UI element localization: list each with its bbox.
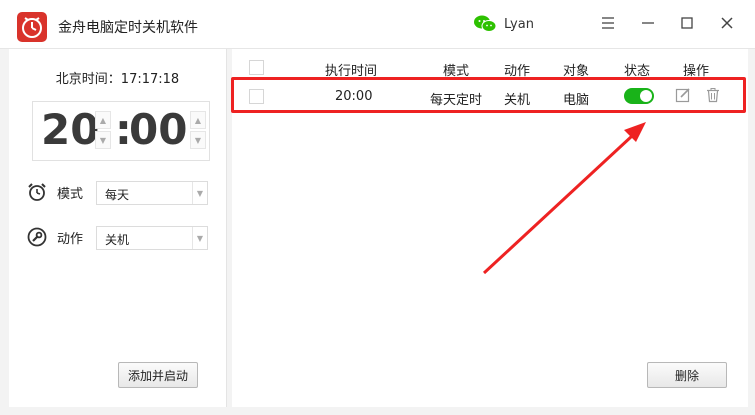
time-picker: 20 ▲ ▼ : 00 ▲ ▼ bbox=[32, 101, 210, 161]
add-and-start-button[interactable]: 添加并启动 bbox=[118, 362, 198, 388]
minute-spin-up-icon[interactable]: ▲ bbox=[190, 111, 206, 129]
minute-value[interactable]: 00 bbox=[129, 105, 187, 154]
app-title: 金舟电脑定时关机软件 bbox=[58, 20, 198, 36]
select-all-checkbox[interactable] bbox=[249, 60, 264, 75]
action-row: 动作 bbox=[27, 225, 95, 249]
user-account[interactable]: Lyan bbox=[474, 14, 534, 34]
menu-icon[interactable] bbox=[598, 13, 618, 33]
title-bar: 金舟电脑定时关机软件 Lyan bbox=[0, 0, 755, 49]
row-highlight-box bbox=[231, 77, 746, 113]
wrench-icon bbox=[27, 227, 47, 247]
delete-button[interactable]: 删除 bbox=[647, 362, 727, 388]
hour-value[interactable]: 20 bbox=[41, 105, 99, 154]
mode-select-value: 每天 bbox=[105, 188, 130, 202]
alarm-clock-icon bbox=[28, 183, 46, 201]
action-select[interactable]: 关机 ▼ bbox=[96, 226, 208, 250]
minimize-icon[interactable] bbox=[638, 13, 658, 33]
minute-spin-down-icon[interactable]: ▼ bbox=[190, 131, 206, 149]
close-icon[interactable] bbox=[717, 13, 737, 33]
hour-spin-down-icon[interactable]: ▼ bbox=[95, 131, 111, 149]
mode-label: 模式 bbox=[57, 186, 84, 202]
mode-select[interactable]: 每天 ▼ bbox=[96, 181, 208, 205]
action-select-value: 关机 bbox=[105, 233, 130, 247]
schedule-form-panel: 北京时间：17:17:18 20 ▲ ▼ : 00 ▲ ▼ 模式 每天 ▼ 动作… bbox=[9, 49, 227, 407]
app-logo-icon bbox=[17, 12, 47, 42]
action-label: 动作 bbox=[57, 231, 84, 247]
dropdown-arrow-icon[interactable]: ▼ bbox=[192, 182, 207, 204]
wechat-icon bbox=[474, 15, 496, 32]
hour-spin-up-icon[interactable]: ▲ bbox=[95, 111, 111, 129]
dropdown-arrow-icon[interactable]: ▼ bbox=[192, 227, 207, 249]
beijing-time: 北京时间：17:17:18 bbox=[55, 72, 180, 87]
mode-row: 模式 bbox=[27, 180, 95, 204]
user-name: Lyan bbox=[504, 16, 534, 32]
maximize-icon[interactable] bbox=[677, 13, 697, 33]
app-window: 金舟电脑定时关机软件 Lyan 北京时间：17:17:18 20 ▲ ▼: 0… bbox=[0, 0, 755, 415]
